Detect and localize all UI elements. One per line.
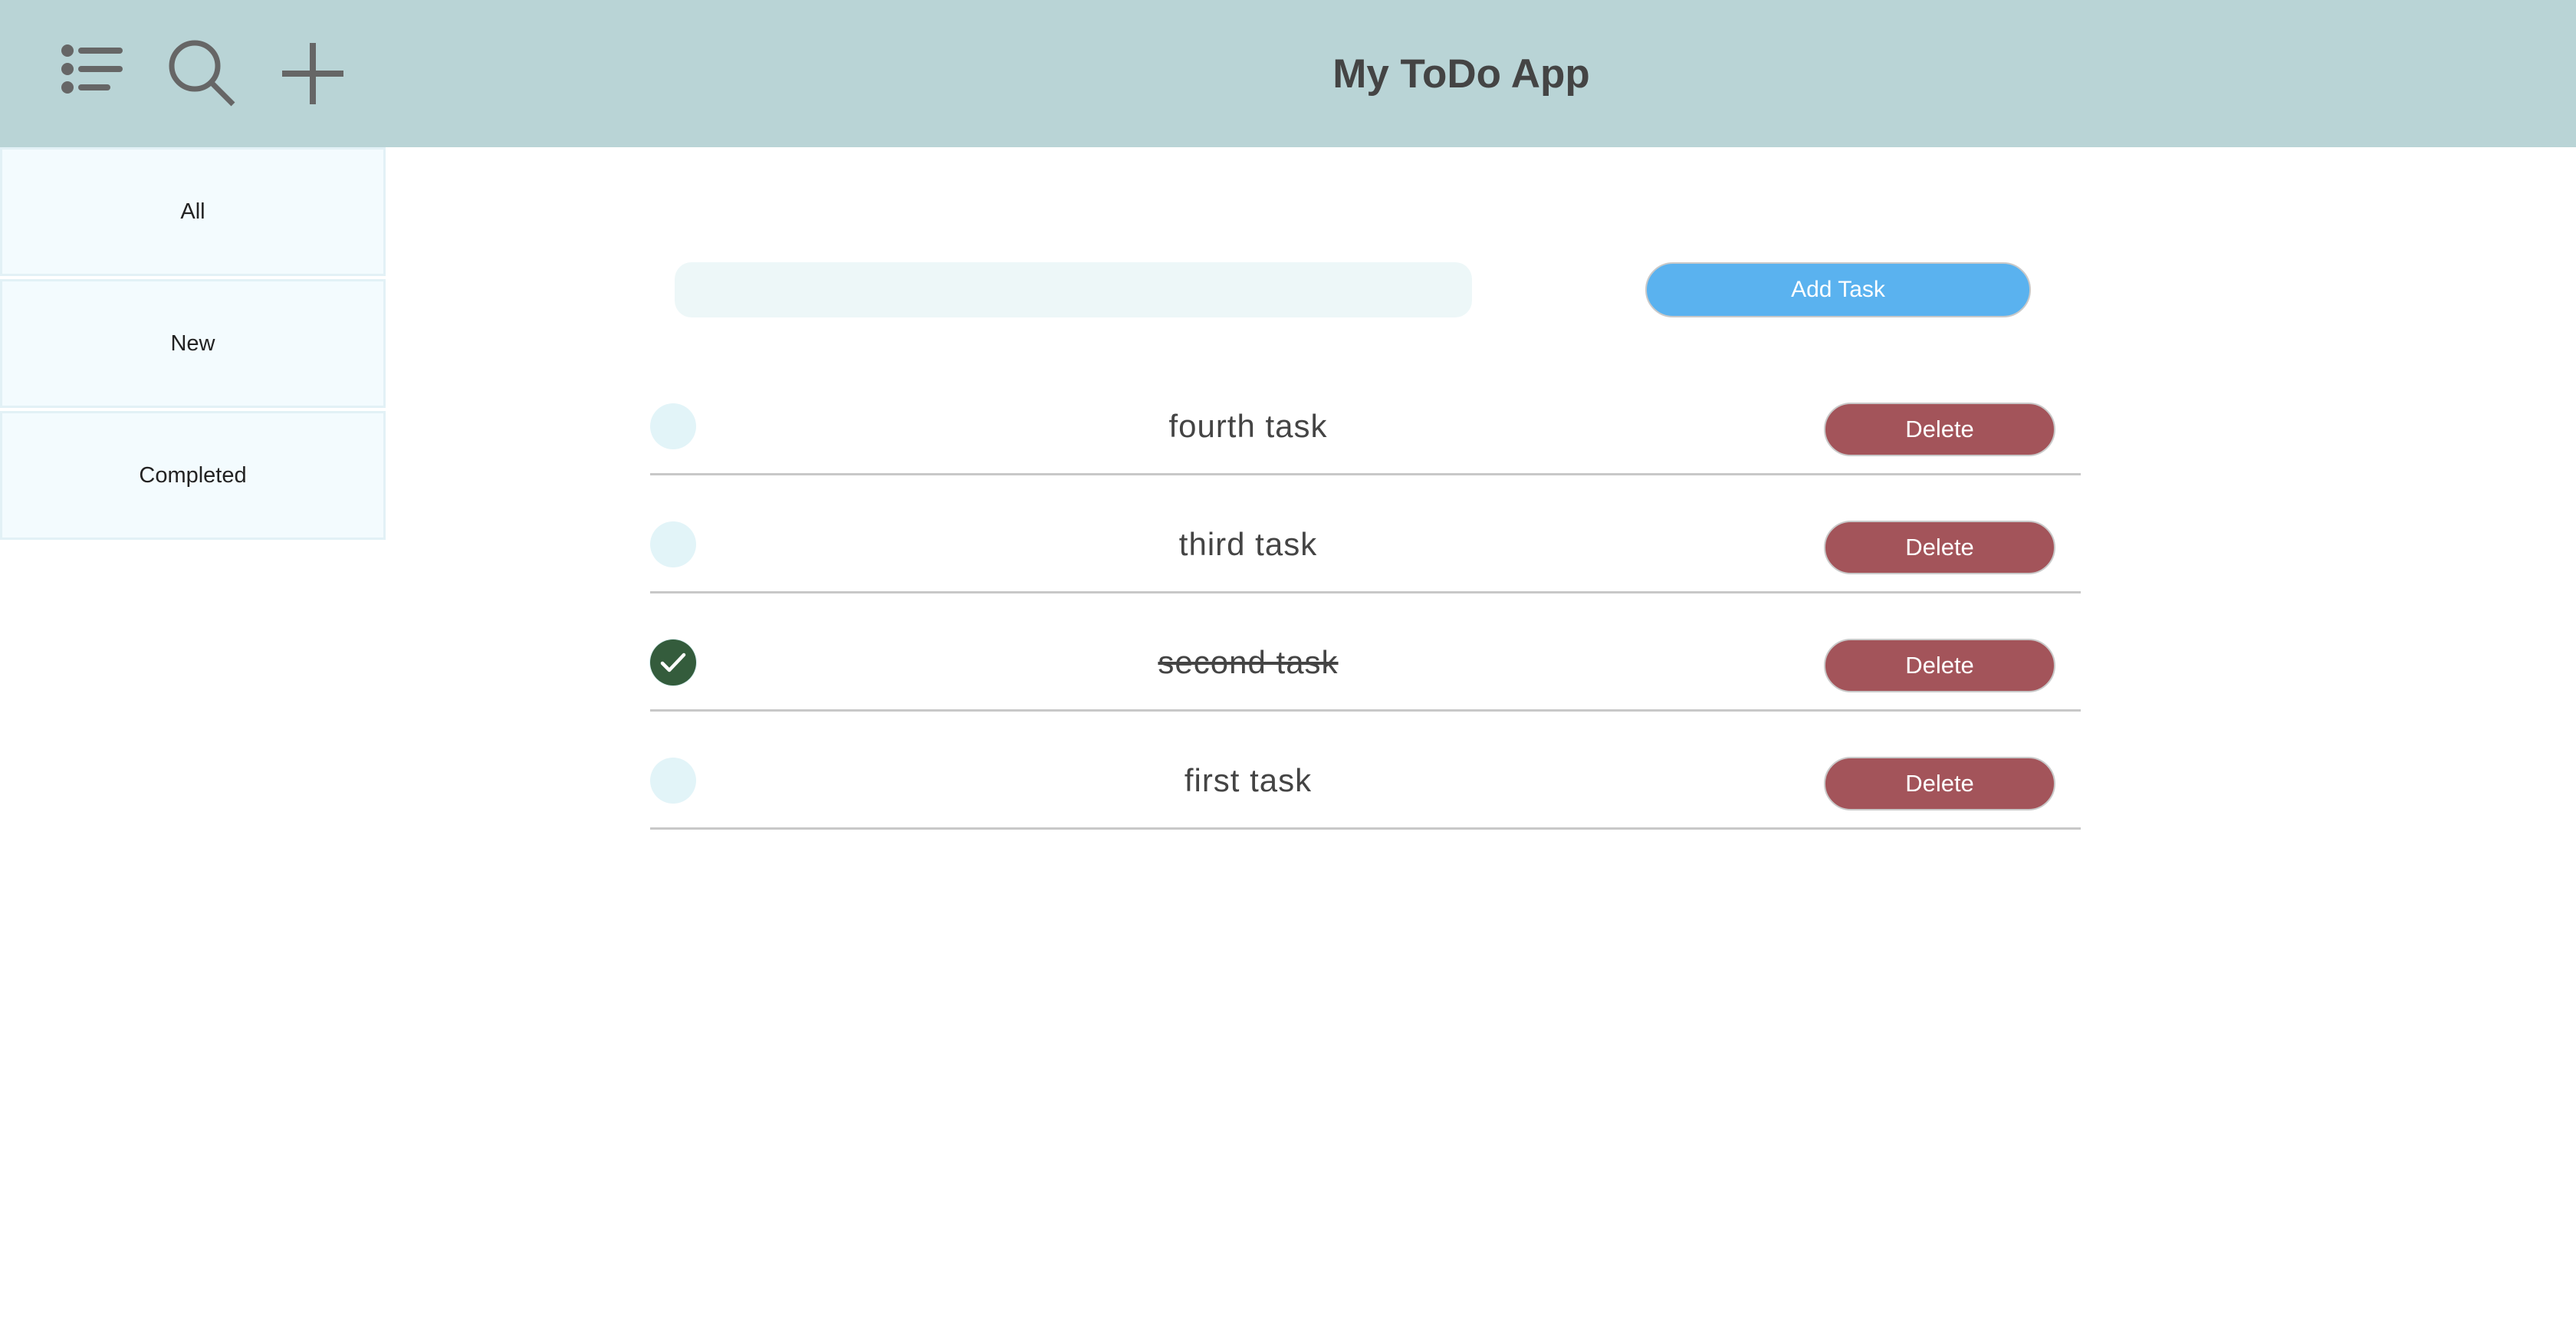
task-text: second task — [1158, 644, 1339, 680]
sidebar: All New Completed — [0, 147, 386, 543]
task-row: first task Delete — [650, 712, 2081, 830]
delete-button[interactable]: Delete — [1824, 757, 2055, 810]
sidebar-item-all[interactable]: All — [0, 147, 386, 276]
task-row: second task Delete — [650, 593, 2081, 712]
task-row: fourth task Delete — [650, 357, 2081, 475]
task-list: fourth task Delete third task Delete sec… — [650, 357, 2081, 830]
task-row: third task Delete — [650, 475, 2081, 593]
task-text: fourth task — [1168, 408, 1328, 444]
app-title: My ToDo App — [1332, 51, 1590, 97]
sidebar-item-completed[interactable]: Completed — [0, 411, 386, 540]
delete-button[interactable]: Delete — [1824, 639, 2055, 692]
task-text: first task — [1184, 762, 1313, 798]
task-text: third task — [1178, 526, 1318, 562]
delete-button[interactable]: Delete — [1824, 521, 2055, 574]
delete-button[interactable]: Delete — [1824, 403, 2055, 456]
add-task-button[interactable]: Add Task — [1645, 262, 2031, 317]
sidebar-item-new[interactable]: New — [0, 279, 386, 408]
new-task-input[interactable] — [675, 262, 1472, 317]
app-header: My ToDo App — [0, 0, 2576, 147]
